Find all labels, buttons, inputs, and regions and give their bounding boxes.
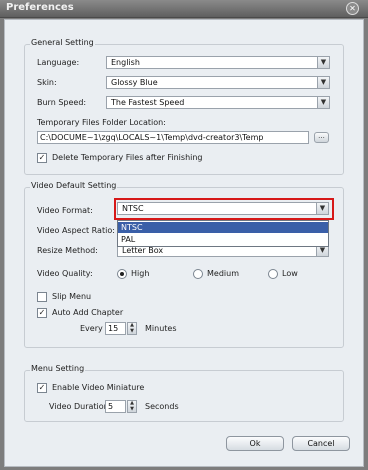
quality-medium-radio[interactable] [193, 269, 203, 279]
burn-speed-value: The Fastest Speed [111, 98, 185, 107]
checkmark-icon: ✓ [38, 383, 46, 392]
chapter-interval-spinner[interactable]: ▲ ▼ [127, 322, 137, 335]
temp-folder-field[interactable]: C:\DOCUME~1\zgq\LOCALS~1\Temp\dvd-creato… [37, 131, 309, 144]
quality-low-label: Low [282, 269, 298, 278]
video-duration-spinner[interactable]: ▲ ▼ [127, 400, 137, 413]
format-option-pal[interactable]: PAL [118, 234, 328, 245]
video-setting-legend: Video Default Setting [30, 181, 118, 191]
close-button[interactable]: ✕ [346, 2, 359, 15]
chevron-down-icon[interactable]: ▼ [317, 57, 329, 68]
language-value: English [111, 58, 140, 67]
skin-select[interactable]: Glossy Blue ▼ [106, 76, 330, 89]
chevron-down-icon[interactable]: ▼ [317, 77, 329, 88]
radio-selected-dot [120, 272, 124, 276]
delete-temp-checkbox[interactable]: ✓ [37, 153, 47, 163]
seconds-label: Seconds [145, 402, 179, 411]
ok-button[interactable]: Ok [226, 436, 284, 451]
slip-menu-label: Slip Menu [52, 292, 92, 301]
window-title: Preferences [6, 2, 74, 13]
video-format-dropdown: NTSC PAL [117, 220, 329, 247]
language-select[interactable]: English ▼ [106, 56, 330, 69]
video-format-select[interactable]: NTSC ▼ [117, 202, 329, 215]
checkmark-icon: ✓ [38, 308, 46, 317]
video-miniature-label: Enable Video Miniature [52, 383, 145, 392]
checkmark-icon: ✓ [38, 153, 46, 162]
chevron-down-icon[interactable]: ▼ [317, 97, 329, 108]
skin-value: Glossy Blue [111, 78, 158, 87]
delete-temp-label: Delete Temporary Files after Finishing [52, 153, 203, 162]
video-miniature-checkbox[interactable]: ✓ [37, 383, 47, 393]
triangle-down-icon[interactable]: ▼ [128, 407, 136, 412]
aspect-ratio-label: Video Aspect Ratio: [37, 226, 115, 235]
browse-button[interactable]: ... [314, 132, 329, 143]
cancel-button[interactable]: Cancel [292, 436, 350, 451]
quality-low-radio[interactable] [268, 269, 278, 279]
general-setting-legend: General Setting [30, 38, 95, 48]
menu-setting-group [24, 370, 344, 422]
video-format-value: NTSC [122, 204, 144, 213]
video-format-label: Video Format: [37, 206, 93, 215]
burn-speed-label: Burn Speed: [37, 98, 87, 107]
triangle-down-icon[interactable]: ▼ [128, 329, 136, 334]
quality-medium-label: Medium [207, 269, 239, 278]
chapter-interval-input[interactable]: 15 [105, 322, 126, 335]
minutes-label: Minutes [145, 324, 177, 333]
format-option-ntsc[interactable]: NTSC [118, 222, 328, 233]
every-label: Every [80, 324, 103, 333]
language-label: Language: [37, 58, 80, 67]
resize-method-label: Resize Method: [37, 246, 98, 255]
menu-setting-legend: Menu Setting [30, 364, 86, 374]
burn-speed-select[interactable]: The Fastest Speed ▼ [106, 96, 330, 109]
slip-menu-checkbox[interactable] [37, 292, 47, 302]
auto-chapter-label: Auto Add Chapter [52, 308, 124, 317]
auto-chapter-checkbox[interactable]: ✓ [37, 308, 47, 318]
chevron-down-icon[interactable]: ▼ [316, 203, 328, 214]
close-icon: ✕ [349, 4, 356, 13]
temp-folder-label: Temporary Files Folder Location: [37, 118, 166, 127]
quality-high-label: High [131, 269, 150, 278]
video-duration-input[interactable]: 5 [105, 400, 126, 413]
video-quality-label: Video Quality: [37, 269, 93, 278]
video-duration-label: Video Duration [49, 402, 109, 411]
skin-label: Skin: [37, 78, 57, 87]
quality-high-radio[interactable] [117, 269, 127, 279]
